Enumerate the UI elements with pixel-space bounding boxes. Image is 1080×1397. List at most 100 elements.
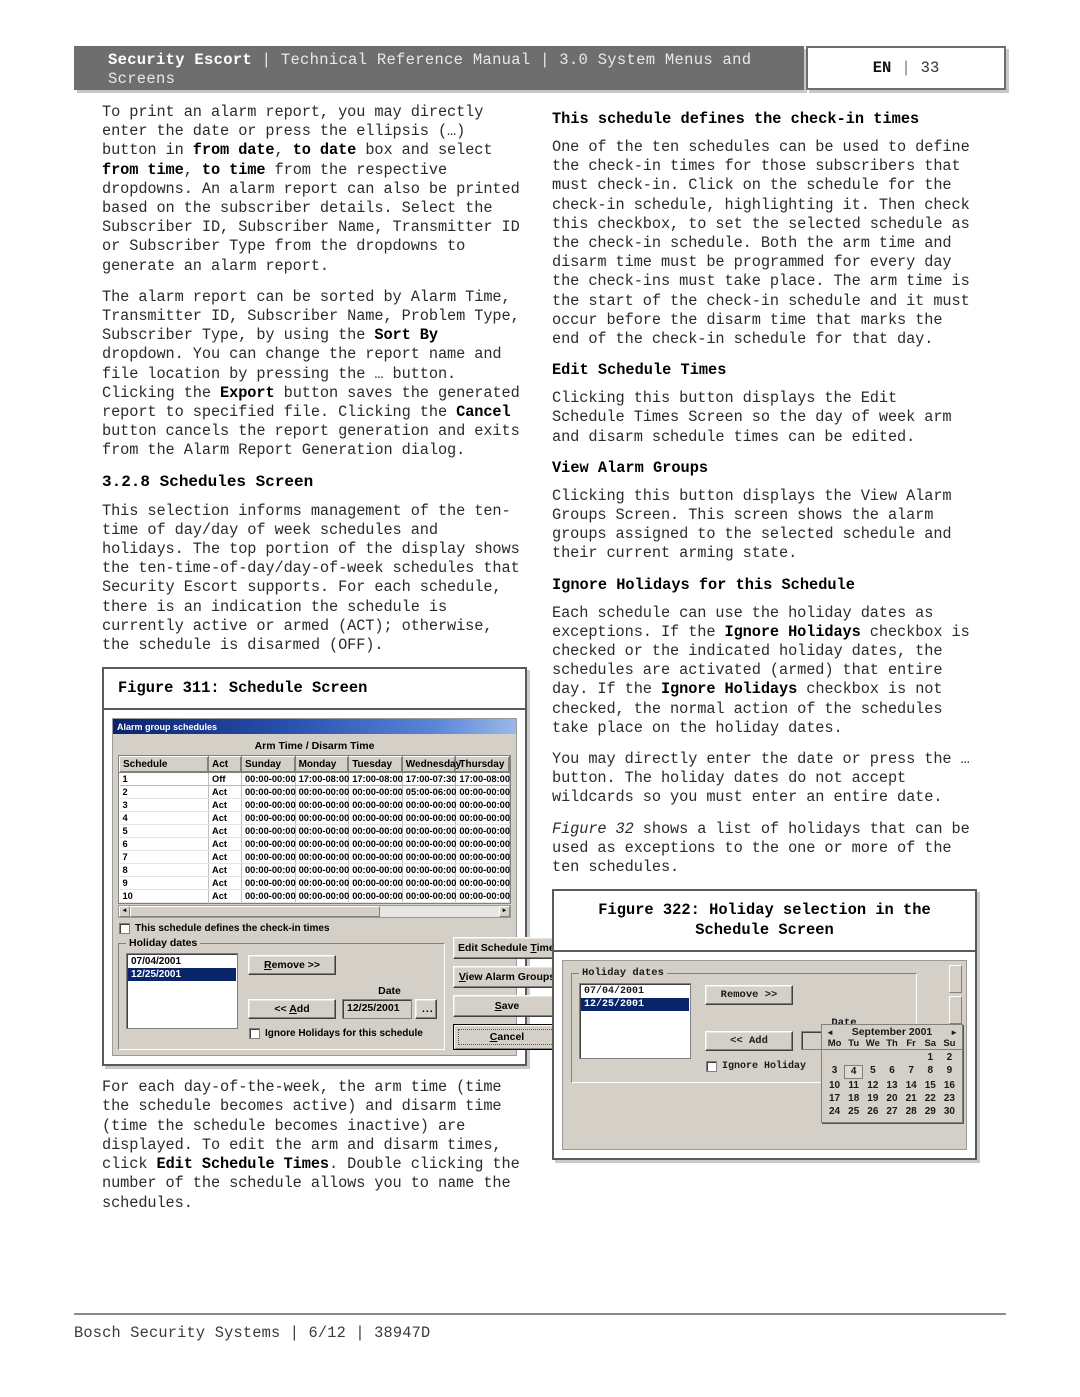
checkbox-icon[interactable]	[706, 1061, 717, 1073]
calendar-day-cell[interactable]: 24	[825, 1106, 844, 1118]
scroll-right-arrow-icon[interactable]: ►	[499, 906, 510, 918]
cell-monday: 00:00-00:00	[295, 798, 349, 813]
col-header-monday[interactable]: Monday	[294, 756, 350, 774]
list-item[interactable]: 12/25/2001	[581, 998, 689, 1012]
add-button[interactable]: << Add	[248, 999, 336, 1020]
cell-act: Act	[208, 811, 242, 826]
calendar-day-cell[interactable]: 28	[902, 1106, 921, 1118]
calendar-day-cell[interactable]: 25	[844, 1106, 863, 1118]
col-header-act[interactable]: Act	[208, 756, 242, 774]
calendar-day-cell[interactable]: 21	[902, 1093, 921, 1105]
table-row[interactable]: 7 Act 00:00-00:00 00:00-00:00 00:00-00:0…	[119, 850, 510, 865]
view-alarm-groups-button[interactable]: View Alarm Groups	[453, 966, 561, 989]
schedule-table-horizontal-scrollbar[interactable]: ◄ ►	[118, 905, 511, 919]
remove-button-322[interactable]: Remove >>	[705, 985, 793, 1006]
list-item[interactable]: 07/04/2001	[128, 955, 236, 968]
calendar-day-cell[interactable]: 14	[902, 1080, 921, 1092]
edit-schedule-times-button[interactable]: Edit Schedule Times	[453, 937, 561, 960]
checkbox-icon[interactable]	[249, 1028, 260, 1040]
scroll-segment[interactable]	[949, 996, 962, 1024]
calendar-day-cell[interactable]: 15	[921, 1080, 940, 1092]
save-button[interactable]: Save	[453, 995, 561, 1018]
calendar-day-cell[interactable]: 18	[844, 1093, 863, 1105]
calendar-day-cell[interactable]: 9	[940, 1065, 959, 1079]
date-input[interactable]: 12/25/2001	[342, 999, 412, 1020]
calendar-day-cell[interactable]: 6	[882, 1065, 901, 1079]
calendar-day-cell[interactable]: 10	[825, 1080, 844, 1092]
col-header-wednesday[interactable]: Wednesday	[401, 756, 461, 774]
cell-sunday: 00:00-00:00	[241, 785, 296, 800]
calendar-day-grid[interactable]: 0000012345678910111213141516171819202122…	[822, 1050, 962, 1122]
add-button-label: dd	[296, 1003, 310, 1016]
calendar-day-cell[interactable]: 17	[825, 1093, 844, 1105]
calendar-day-cell[interactable]: 16	[940, 1080, 959, 1092]
table-row[interactable]: 10 Act 00:00-00:00 00:00-00:00 00:00-00:…	[119, 889, 510, 904]
paragraph-edit-schedule-times: Clicking this button displays the Edit S…	[552, 389, 952, 446]
cell-thursday: 00:00-00:00	[455, 824, 510, 839]
list-item[interactable]: 12/25/2001	[128, 968, 236, 982]
calendar-day-cell[interactable]: 2	[940, 1052, 959, 1064]
cancel-button[interactable]: Cancel	[453, 1024, 561, 1051]
table-row[interactable]: 4 Act 00:00-00:00 00:00-00:00 00:00-00:0…	[119, 811, 510, 826]
table-row[interactable]: 8 Act 00:00-00:00 00:00-00:00 00:00-00:0…	[119, 863, 510, 878]
calendar-day-cell[interactable]: 23	[940, 1093, 959, 1105]
calendar-day-cell[interactable]: 19	[863, 1093, 882, 1105]
table-row[interactable]: 6 Act 00:00-00:00 00:00-00:00 00:00-00:0…	[119, 837, 510, 852]
calendar-day-cell[interactable]: 5	[863, 1065, 882, 1079]
p2-bold-cancel: Cancel	[456, 403, 511, 422]
cell-thursday: 00:00-00:00	[455, 863, 510, 878]
calendar-day-cell[interactable]: 27	[882, 1106, 901, 1118]
calendar-day-cell[interactable]: 7	[902, 1065, 921, 1079]
cell-sunday: 00:00-00:00	[241, 889, 296, 904]
add-button-322[interactable]: << Add	[705, 1031, 793, 1052]
cell-schedule: 8	[119, 863, 209, 878]
col-header-tuesday[interactable]: Tuesday	[348, 756, 403, 774]
col-header-thursday[interactable]: Thursday	[455, 756, 510, 774]
calendar-day-cell[interactable]: 29	[921, 1106, 940, 1118]
calendar-day-cell[interactable]: 22	[921, 1093, 940, 1105]
cell-monday: 00:00-00:00	[295, 889, 349, 904]
calendar-day-cell[interactable]: 26	[863, 1106, 882, 1118]
table-row[interactable]: 5 Act 00:00-00:00 00:00-00:00 00:00-00:0…	[119, 824, 510, 839]
table-row[interactable]: 9 Act 00:00-00:00 00:00-00:00 00:00-00:0…	[119, 876, 510, 891]
schedule-table-wrapper[interactable]: Schedule Act Sunday Monday Tuesday Wedne…	[118, 755, 511, 905]
scrollbar-thumb[interactable]	[130, 906, 381, 918]
calendar-next-month-icon[interactable]: ►	[950, 1028, 958, 1037]
table-row[interactable]: 2 Act 00:00-00:00 00:00-00:00 00:00-00:0…	[119, 785, 510, 800]
cell-wednesday: 17:00-07:30	[402, 772, 456, 787]
calendar-day-cell[interactable]: 4	[844, 1065, 864, 1080]
table-row[interactable]: 3 Act 00:00-00:00 00:00-00:00 00:00-00:0…	[119, 798, 510, 813]
remove-button[interactable]: Remove >>	[248, 955, 336, 976]
calendar-day-cell[interactable]: 12	[863, 1080, 882, 1092]
holiday-dates-listbox-322[interactable]: 07/04/2001 12/25/2001	[579, 983, 691, 1060]
paragraph-checkin-times: One of the ten schedules can be used to …	[552, 138, 970, 349]
arm-disarm-grid-title: Arm Time / Disarm Time	[254, 740, 375, 753]
ignore-holidays-checkbox-row[interactable]: Ignore Holidays for this schedule	[249, 1028, 437, 1040]
calendar-day-cell[interactable]: 8	[921, 1065, 940, 1079]
cell-monday: 00:00-00:00	[295, 876, 349, 891]
date-input-row: 12/25/2001 ...	[342, 999, 437, 1020]
calendar-day-cell[interactable]: 3	[825, 1065, 844, 1079]
cell-sunday: 00:00-00:00	[241, 837, 296, 852]
scroll-left-arrow-icon[interactable]: ◄	[119, 906, 130, 918]
scroll-segment[interactable]	[949, 965, 962, 994]
calendar-day-cell[interactable]: 1	[921, 1052, 940, 1064]
p2-e: button cancels the report generation and…	[102, 422, 520, 460]
cell-wednesday: 05:00-06:00	[402, 785, 456, 800]
date-picker-calendar[interactable]: ◄ September 2001 ► Mo Tu We Th Fr Sa Su …	[821, 1024, 963, 1124]
table-row[interactable]: 1 Off 00:00-00:00 17:00-08:00 17:00-08:0…	[119, 772, 510, 787]
checkbox-icon[interactable]	[119, 923, 130, 935]
calendar-day-cell[interactable]: 30	[940, 1106, 959, 1118]
cell-tuesday: 00:00-00:00	[348, 798, 403, 813]
calendar-day-cell[interactable]: 11	[844, 1080, 863, 1092]
calendar-day-cell[interactable]: 20	[882, 1093, 901, 1105]
scrollbar-track[interactable]	[380, 906, 499, 918]
calendar-prev-month-icon[interactable]: ◄	[826, 1028, 834, 1037]
holiday-dates-listbox[interactable]: 07/04/2001 12/25/2001	[126, 953, 238, 1030]
calendar-day-cell[interactable]: 13	[882, 1080, 901, 1092]
col-header-schedule[interactable]: Schedule	[119, 756, 209, 774]
date-picker-ellipsis-button[interactable]: ...	[415, 999, 437, 1020]
list-item[interactable]: 07/04/2001	[581, 985, 689, 998]
checkin-times-checkbox-row[interactable]: This schedule defines the check-in times	[119, 923, 511, 935]
col-header-sunday[interactable]: Sunday	[241, 756, 296, 774]
